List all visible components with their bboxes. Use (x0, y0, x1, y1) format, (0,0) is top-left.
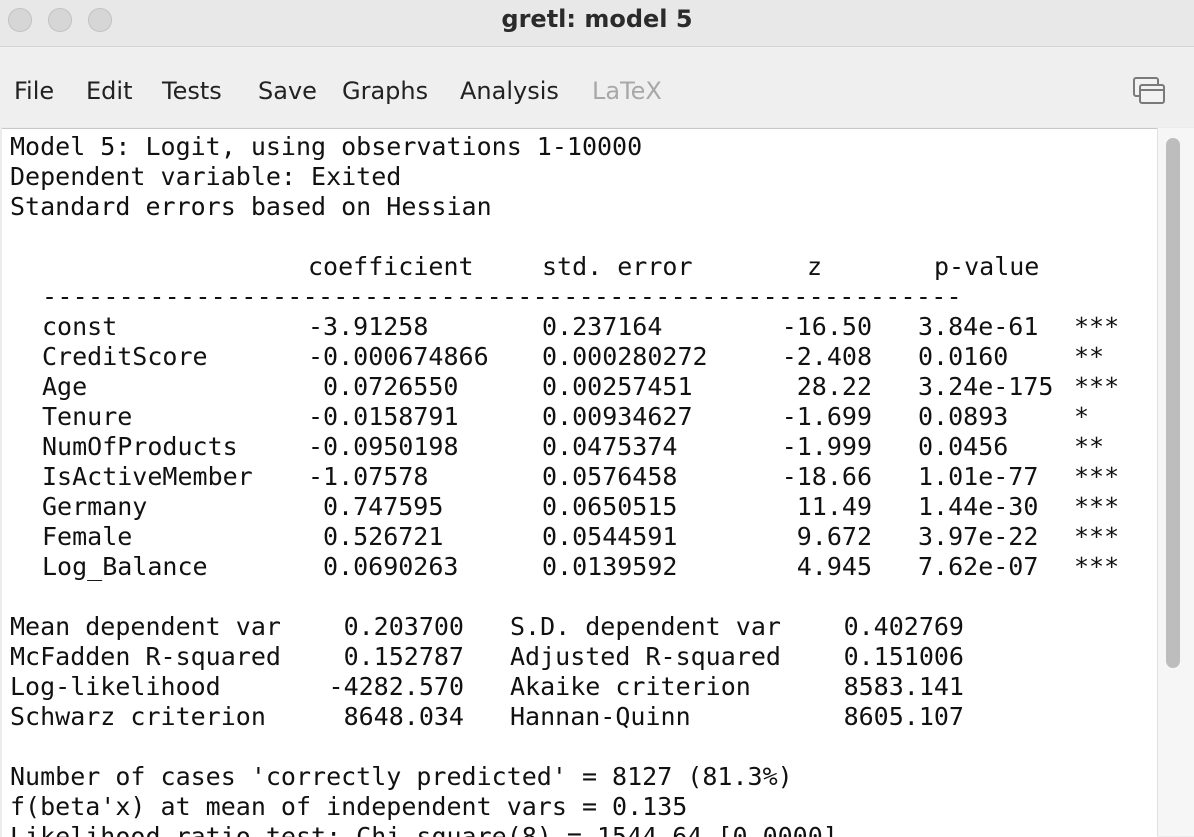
menu-latex: LaTeX (592, 77, 662, 105)
z-value: -1.699 (781, 402, 872, 431)
z-value: -16.50 (781, 312, 872, 341)
header-z: z (807, 252, 823, 281)
stat-value: -4282.570 (328, 672, 464, 701)
menu-bar: File Edit Tests Save Graphs Analysis LaT… (0, 47, 1194, 127)
p-value: 0.0456 (918, 432, 1009, 461)
stat-value: 0.203700 (343, 612, 464, 641)
significance-stars: *** (1074, 462, 1120, 491)
coefficient-value: -0.0950198 (308, 432, 459, 461)
std-error-value: 0.237164 (542, 312, 663, 341)
header-std-error: std. error (542, 252, 693, 281)
significance-stars: *** (1074, 552, 1120, 581)
menu-file[interactable]: File (14, 77, 54, 105)
variable-name: IsActiveMember (42, 462, 253, 491)
menu-save[interactable]: Save (258, 77, 317, 105)
variable-name: const (42, 312, 118, 341)
std-error-value: 0.0475374 (542, 432, 678, 461)
new-window-icon[interactable] (1133, 77, 1165, 105)
variable-name: Age (42, 372, 88, 401)
significance-stars: *** (1074, 492, 1120, 521)
vertical-scrollbar[interactable] (1157, 128, 1194, 836)
significance-stars: * (1074, 402, 1090, 431)
variable-name: NumOfProducts (42, 432, 238, 461)
z-value: 4.945 (796, 552, 872, 581)
p-value: 0.0893 (918, 402, 1009, 431)
variable-name: Germany (42, 492, 148, 521)
dependent-variable-line: Dependent variable: Exited (10, 162, 402, 191)
stat-label: Hannan-Quinn (510, 702, 691, 731)
standard-errors-line: Standard errors based on Hessian (10, 192, 492, 221)
std-error-value: 0.0650515 (542, 492, 678, 521)
p-value: 1.44e-30 (918, 492, 1039, 521)
coefficient-value: -0.0158791 (308, 402, 459, 431)
z-value: 11.49 (796, 492, 872, 521)
model-output-text[interactable]: Model 5: Logit, using observations 1-100… (2, 128, 1157, 837)
stat-value: 0.151006 (843, 642, 964, 671)
coefficient-value: -3.91258 (308, 312, 429, 341)
menu-graphs[interactable]: Graphs (342, 77, 428, 105)
coefficient-value: 0.747595 (323, 492, 444, 521)
z-value: 9.672 (796, 522, 872, 551)
stat-value: 8605.107 (843, 702, 964, 731)
std-error-value: 0.0139592 (542, 552, 678, 581)
std-error-value: 0.0544591 (542, 522, 678, 551)
coefficient-value: 0.0690263 (323, 552, 459, 581)
z-value: -2.408 (781, 342, 872, 371)
stat-label: McFadden R-squared (10, 642, 281, 671)
stat-label: Adjusted R-squared (510, 642, 781, 671)
significance-stars: ** (1074, 432, 1105, 461)
scrollbar-thumb[interactable] (1166, 138, 1180, 668)
stat-label: S.D. dependent var (510, 612, 781, 641)
significance-stars: *** (1074, 312, 1120, 341)
coefficient-value: 0.0726550 (323, 372, 459, 401)
std-error-value: 0.00257451 (542, 372, 693, 401)
p-value: 0.0160 (918, 342, 1009, 371)
menu-tests[interactable]: Tests (162, 77, 222, 105)
header-p-value: p-value (934, 252, 1040, 281)
z-value: -18.66 (781, 462, 872, 491)
header-coefficient: coefficient (308, 252, 474, 281)
significance-stars: *** (1074, 372, 1120, 401)
fbetax-line: f(beta'x) at mean of independent vars = … (10, 792, 688, 821)
stat-label: Mean dependent var (10, 612, 281, 641)
significance-stars: ** (1074, 342, 1105, 371)
stat-value: 0.152787 (343, 642, 464, 671)
stat-value: 0.402769 (843, 612, 964, 641)
menu-analysis[interactable]: Analysis (460, 77, 559, 105)
std-error-value: 0.0576458 (542, 462, 678, 491)
stat-label: Log-likelihood (10, 672, 221, 701)
p-value: 7.62e-07 (918, 552, 1039, 581)
stat-label: Schwarz criterion (10, 702, 266, 731)
coefficient-value: -0.000674866 (308, 342, 489, 371)
p-value: 3.84e-61 (918, 312, 1039, 341)
likelihood-ratio-line: Likelihood ratio test: Chi-square(8) = 1… (10, 822, 838, 837)
std-error-value: 0.000280272 (542, 342, 708, 371)
coefficient-value: -1.07578 (308, 462, 429, 491)
window-title: gretl: model 5 (501, 5, 693, 33)
significance-stars: *** (1074, 522, 1120, 551)
coefficient-value: 0.526721 (323, 522, 444, 551)
model-header-line: Model 5: Logit, using observations 1-100… (10, 132, 643, 161)
menu-edit[interactable]: Edit (86, 77, 132, 105)
z-value: -1.999 (781, 432, 872, 461)
stat-value: 8583.141 (843, 672, 964, 701)
variable-name: CreditScore (42, 342, 208, 371)
p-value: 3.97e-22 (918, 522, 1039, 551)
table-rule: ----------------------------------------… (42, 282, 962, 311)
variable-name: Tenure (42, 402, 133, 431)
title-bar: gretl: model 5 (0, 0, 1194, 47)
variable-name: Log_Balance (42, 552, 208, 581)
stat-value: 8648.034 (343, 702, 464, 731)
correctly-predicted-line: Number of cases 'correctly predicted' = … (10, 762, 793, 791)
p-value: 1.01e-77 (918, 462, 1039, 491)
p-value: 3.24e-175 (918, 372, 1054, 401)
z-value: 28.22 (796, 372, 872, 401)
stat-label: Akaike criterion (510, 672, 751, 701)
std-error-value: 0.00934627 (542, 402, 693, 431)
variable-name: Female (42, 522, 133, 551)
